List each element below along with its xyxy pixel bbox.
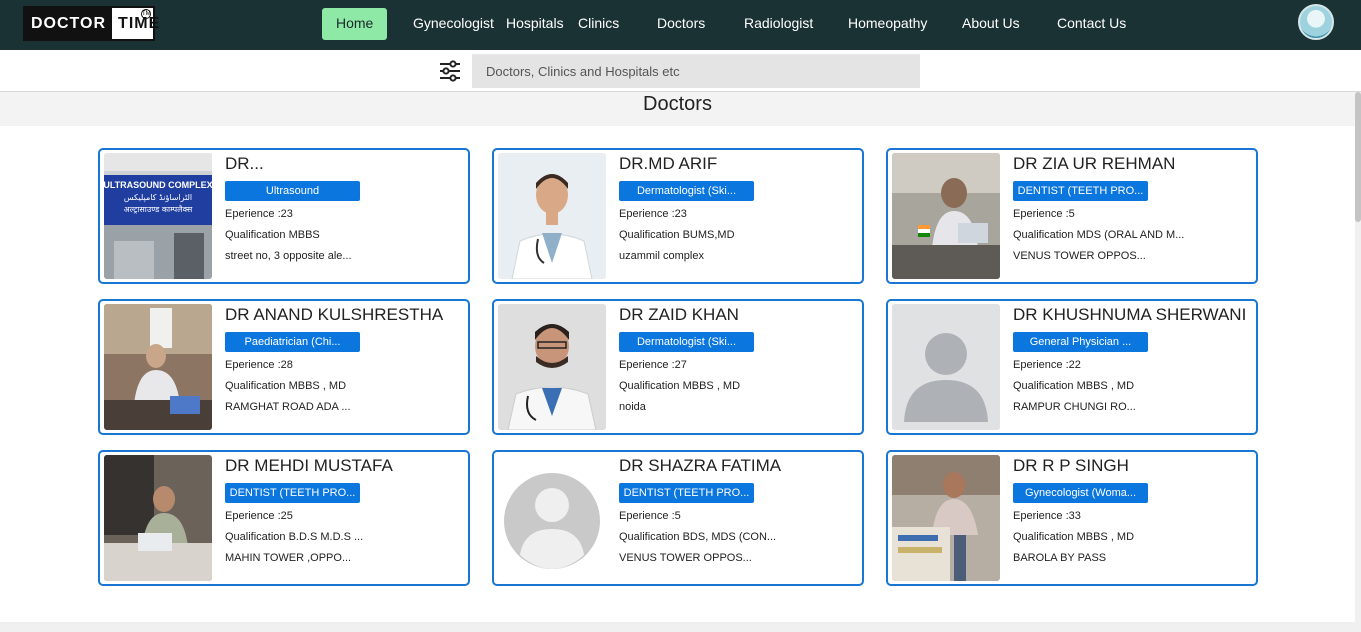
doctor-experience: Eperience :23 [225,208,293,220]
nav-homeopathy[interactable]: Homeopathy [848,8,927,40]
doctor-card[interactable]: DR KHUSHNUMA SHERWANI General Physician … [886,299,1258,435]
svg-text:अल्ट्रासाउण्ड काम्पलैक्स: अल्ट्रासाउण्ड काम्पलैक्स [124,204,193,214]
doctor-qualification: Qualification MBBS , MD [1013,380,1135,392]
nav-hospitals[interactable]: Hospitals [506,8,564,40]
doctor-experience: Eperience :25 [225,510,293,522]
speciality-badge: Dermatologist (Ski... [619,332,754,352]
doctor-qualification: Qualification MBBS , MD [225,380,347,392]
speciality-badge: Dermatologist (Ski... [619,181,754,201]
doctor-name: DR.MD ARIF [619,154,718,173]
user-avatar[interactable] [1298,4,1334,40]
doctor-experience: Eperience :28 [225,359,293,371]
doctor-address: uzammil complex [619,250,704,262]
svg-text:ULTRASOUND COMPLEX: ULTRASOUND COMPLEX [104,180,212,190]
doctor-qualification: Qualification MBBS , MD [1013,531,1135,543]
doctor-name: DR ANAND KULSHRESTHA [225,305,444,324]
doctor-experience: Eperience :33 [1013,510,1081,522]
nav-radiologist[interactable]: Radiologist [744,8,813,40]
nav-doctors[interactable]: Doctors [657,8,705,40]
doctor-name: DR... [225,154,264,173]
search-input[interactable] [472,54,920,88]
doctor-name: DR MEHDI MUSTAFA [225,456,393,475]
doctor-card[interactable]: DR SHAZRA FATIMA DENTIST (TEETH PRO... E… [492,450,864,586]
doctor-address: BAROLA BY PASS [1013,552,1107,564]
doctor-qualification: Qualification MDS (ORAL AND M... [1013,229,1185,241]
doctor-name: DR R P SINGH [1013,456,1129,475]
filter-sliders-icon[interactable] [438,59,462,83]
doctor-name: DR SHAZRA FATIMA [619,456,782,475]
doctor-experience: Eperience :27 [619,359,687,371]
speciality-badge: DENTIST (TEETH PRO... [619,483,754,503]
speciality-badge: DENTIST (TEETH PRO... [225,483,360,503]
doctor-qualification: Qualification MBBS , MD [619,380,741,392]
nav-gynecologist[interactable]: Gynecologist [413,8,494,40]
nav-home[interactable]: Home [322,8,388,40]
doctor-address: RAMGHAT ROAD ADA ... [225,401,351,413]
nav-contact-us[interactable]: Contact Us [1057,8,1126,40]
doctor-address: MAHIN TOWER ,OPPO... [225,552,352,564]
doctor-address: street no, 3 opposite ale... [225,250,352,262]
doctor-photo [892,304,1000,430]
doctor-name: DR KHUSHNUMA SHERWANI [1013,305,1247,324]
doctor-photo [498,153,606,279]
doctor-card[interactable]: DR R P SINGH Gynecologist (Woma... Eperi… [886,450,1258,586]
placeholder-person-icon [892,304,1000,430]
doctor-qualification: Qualification BUMS,MD [619,229,735,241]
page-title: Doctors [643,93,712,115]
doctor-qualification: Qualification BDS, MDS (CON... [619,531,777,543]
doctor-name: DR ZAID KHAN [619,305,739,324]
doctor-photo [498,455,606,581]
doctor-experience: Eperience :5 [1013,208,1075,220]
doctor-experience: Eperience :23 [619,208,687,220]
search-bar [0,50,1361,92]
doctor-address: RAMPUR CHUNGI RO... [1013,401,1136,413]
doctor-card[interactable]: DR ZAID KHAN Dermatologist (Ski... Eperi… [492,299,864,435]
doctor-address: VENUS TOWER OPPOS... [1013,250,1146,262]
doctor-card[interactable]: DR MEHDI MUSTAFA DENTIST (TEETH PRO... E… [98,450,470,586]
svg-text:الٹراساؤنڈ کامپلیکس: الٹراساؤنڈ کامپلیکس [124,193,192,202]
speciality-badge: Paediatrician (Chi... [225,332,360,352]
footer-band [0,622,1355,632]
speciality-badge: Gynecologist (Woma... [1013,483,1148,503]
doctor-card[interactable]: ULTRASOUND COMPLEX الٹراساؤنڈ کامپلیکس अ… [98,148,470,284]
doctor-card[interactable]: DR ZIA UR REHMAN DENTIST (TEETH PRO... E… [886,148,1258,284]
nav-about-us[interactable]: About Us [962,8,1020,40]
doctor-experience: Eperience :22 [1013,359,1081,371]
doctor-address: VENUS TOWER OPPOS... [619,552,752,564]
main-nav: Home Gynecologist Hospitals Clinics Doct… [0,8,1361,40]
doctor-photo [892,153,1000,279]
doctor-qualification: Qualification B.D.S M.D.S ... [225,531,364,543]
top-navbar: DOCTOR TIME TM Home Gynecologist Hospita… [0,0,1361,50]
nav-clinics[interactable]: Clinics [578,8,619,40]
doctor-photo [892,455,1000,581]
placeholder-circle-person-icon [498,455,606,581]
doctor-photo [104,455,212,581]
speciality-badge: Ultrasound [225,181,360,201]
doctor-photo [498,304,606,430]
doctor-card[interactable]: DR ANAND KULSHRESTHA Paediatrician (Chi.… [98,299,470,435]
doctor-name: DR ZIA UR REHMAN [1013,154,1176,173]
doctor-qualification: Qualification MBBS [225,229,320,241]
doctor-address: noida [619,401,646,413]
doctor-experience: Eperience :5 [619,510,681,522]
speciality-badge: General Physician ... [1013,332,1148,352]
scrollbar-thumb[interactable] [1355,92,1361,222]
speciality-badge: DENTIST (TEETH PRO... [1013,181,1148,201]
doctor-photo: ULTRASOUND COMPLEX الٹراساؤنڈ کامپلیکس अ… [104,153,212,279]
doctor-photo [104,304,212,430]
doctor-card[interactable]: DR.MD ARIF Dermatologist (Ski... Eperien… [492,148,864,284]
